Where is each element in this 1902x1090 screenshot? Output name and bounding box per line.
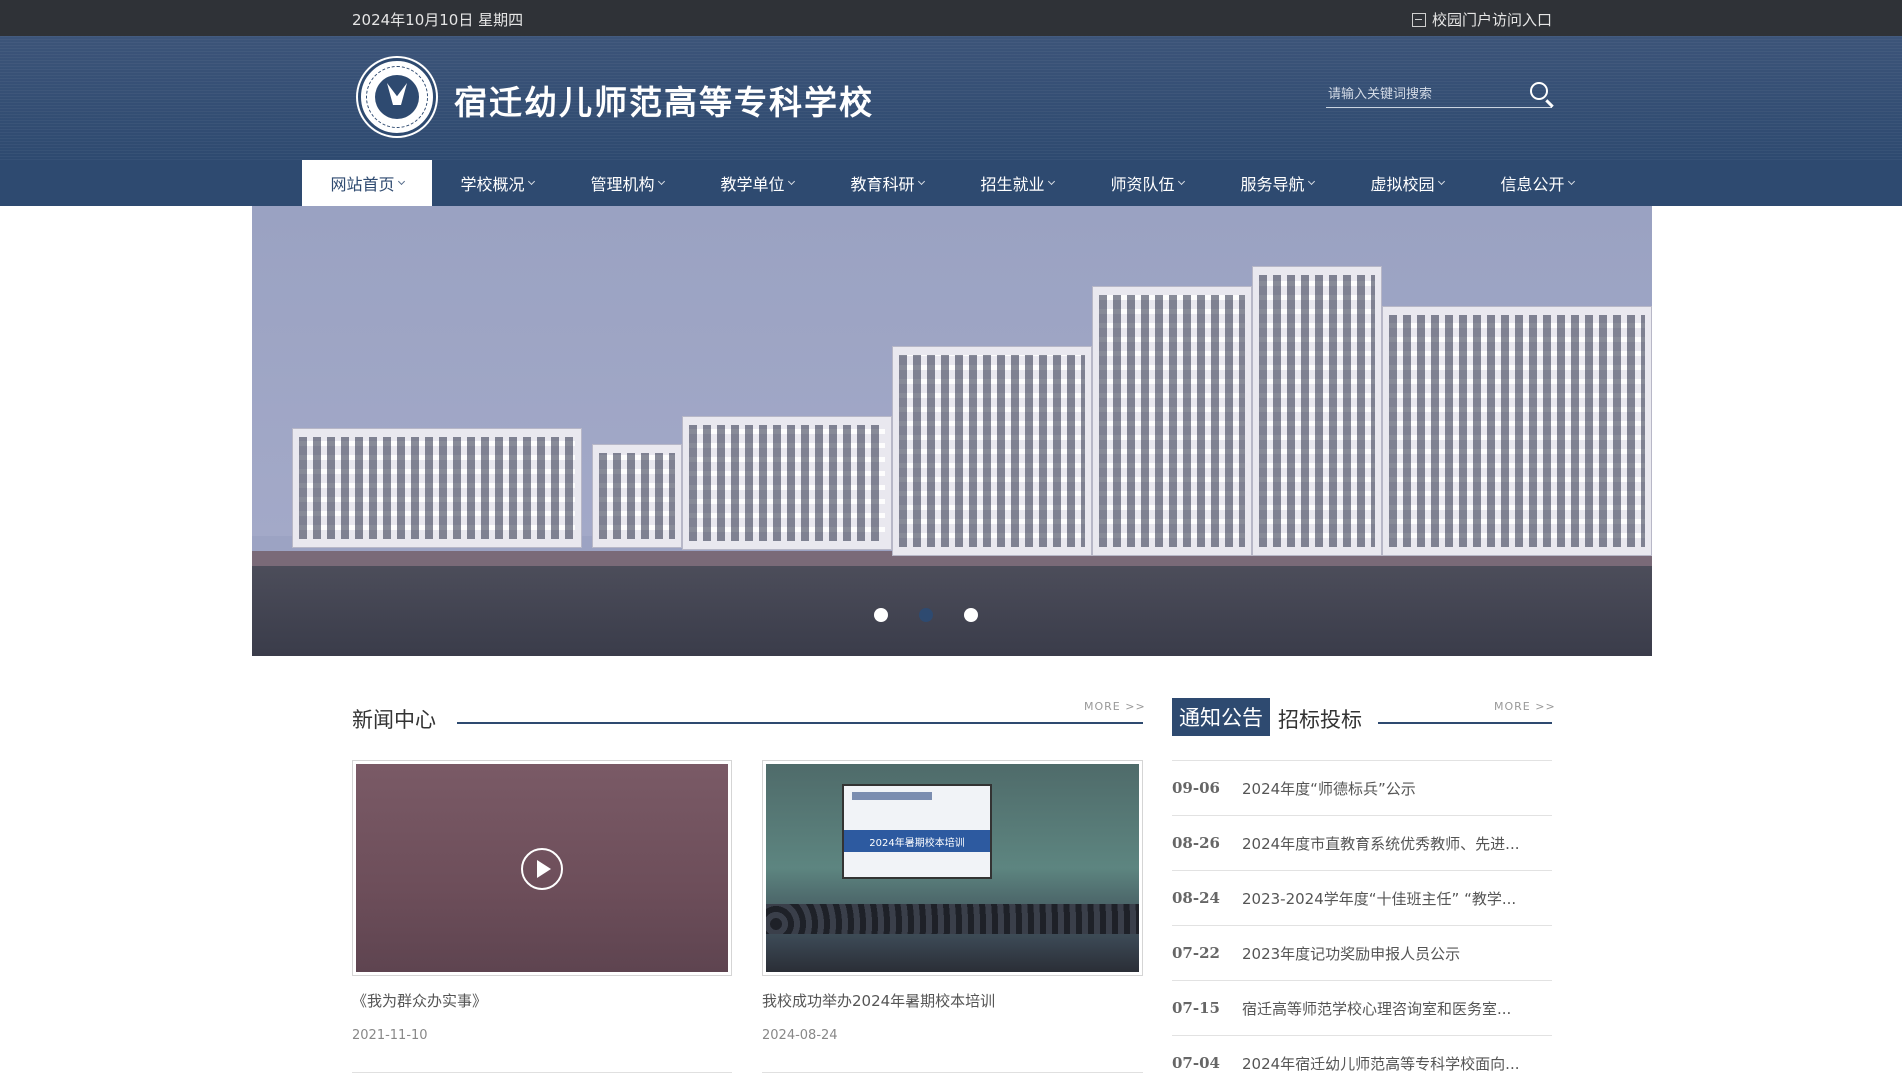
nav-item-5[interactable]: 教育科研 <box>822 160 952 206</box>
nav-item-6[interactable]: 招生就业 <box>952 160 1082 206</box>
login-icon <box>1411 12 1426 27</box>
news-photo-thumb: 2024年暑期校本培训 <box>766 764 1139 972</box>
notice-item[interactable]: 09-06 2024年度“师德标兵”公示 <box>1172 760 1552 815</box>
nav-item-label: 教学单位 <box>720 175 785 194</box>
notice-title: 2023-2024学年度“十佳班主任” “教学... <box>1242 889 1517 908</box>
news-card-2-image[interactable]: 2024年暑期校本培训 <box>762 760 1143 976</box>
notice-title: 2023年度记功奖励申报人员公示 <box>1242 944 1461 963</box>
chevron-down-icon <box>1177 177 1185 185</box>
audience <box>766 904 1139 934</box>
banner-building <box>1382 306 1652 556</box>
notice-title: 宿迁高等师范学校心理咨询室和医务室... <box>1242 999 1512 1018</box>
top-bar: 2024年10月10日 星期四 校园门户访问入口 <box>0 0 1902 36</box>
chevron-down-icon <box>1307 177 1315 185</box>
nav-item-3[interactable]: 管理机构 <box>562 160 692 206</box>
banner-slideshow[interactable] <box>252 206 1652 656</box>
notice-date: 08-24 <box>1172 889 1220 907</box>
nav-item-9[interactable]: 虚拟校园 <box>1342 160 1472 206</box>
chevron-down-icon <box>787 177 795 185</box>
chevron-down-icon <box>657 177 665 185</box>
news-card-1-title[interactable]: 《我为群众办实事》 <box>352 990 487 1011</box>
banner-dot-2[interactable] <box>919 608 933 622</box>
notice-date: 07-22 <box>1172 944 1220 962</box>
notice-title: 2024年宿迁幼儿师范高等专科学校面向... <box>1242 1054 1520 1073</box>
chevron-down-icon <box>1437 177 1445 185</box>
nav-item-label: 服务导航 <box>1240 175 1305 194</box>
chevron-down-icon <box>1567 177 1575 185</box>
nav-item-8[interactable]: 服务导航 <box>1212 160 1342 206</box>
news-section-title: 新闻中心 <box>352 708 436 732</box>
nav-item-label: 教育科研 <box>850 175 915 194</box>
projector-screen: 2024年暑期校本培训 <box>842 784 992 879</box>
portal-link-label: 校园门户访问入口 <box>1431 11 1552 29</box>
search-box <box>1326 80 1552 108</box>
tab-tenders[interactable]: 招标投标 <box>1278 704 1362 734</box>
nav-item-4[interactable]: 教学单位 <box>692 160 822 206</box>
notice-date: 07-15 <box>1172 999 1220 1017</box>
site-header: 宿迁幼儿师范高等专科学校 <box>0 36 1902 160</box>
news-card-2-date: 2024-08-24 <box>762 1028 838 1043</box>
notice-title: 2024年度“师德标兵”公示 <box>1242 779 1416 798</box>
nav-item-1[interactable]: 网站首页 <box>302 160 432 206</box>
notice-item[interactable]: 08-26 2024年度市直教育系统优秀教师、先进... <box>1172 815 1552 870</box>
notices-more-link[interactable]: MORE >> <box>1494 700 1556 713</box>
nav-item-2[interactable]: 学校概况 <box>432 160 562 206</box>
chevron-down-icon <box>1047 177 1055 185</box>
banner-building <box>1092 286 1252 556</box>
chevron-down-icon <box>397 177 405 185</box>
nav-item-label: 师资队伍 <box>1110 175 1175 194</box>
school-logo[interactable] <box>358 58 436 136</box>
notice-item[interactable]: 08-24 2023-2024学年度“十佳班主任” “教学... <box>1172 870 1552 925</box>
nav-item-label: 管理机构 <box>590 175 655 194</box>
notices-title-underline <box>1378 722 1552 724</box>
portal-link[interactable]: 校园门户访问入口 <box>1411 9 1552 30</box>
nav-item-10[interactable]: 信息公开 <box>1472 160 1602 206</box>
play-icon[interactable] <box>521 848 563 890</box>
site-name: 宿迁幼儿师范高等专科学校 <box>454 83 874 122</box>
news-more-link[interactable]: MORE >> <box>1084 700 1146 713</box>
current-date: 2024年10月10日 星期四 <box>352 11 524 29</box>
notice-date: 09-06 <box>1172 779 1220 797</box>
banner-ground <box>252 566 1652 656</box>
banner-building <box>892 346 1092 556</box>
nav-item-label: 信息公开 <box>1500 175 1565 194</box>
nav-item-label: 招生就业 <box>980 175 1045 194</box>
logo-emblem-icon <box>375 75 419 119</box>
news-card-divider <box>352 1072 732 1073</box>
news-card-1-image[interactable] <box>352 760 732 976</box>
nav-list: 网站首页 学校概况 管理机构 教学单位 教育科研 招生就业 师资队伍 服务导航 虚拟校园 信息公开 <box>302 160 1602 206</box>
nav-item-label: 学校概况 <box>460 175 525 194</box>
banner-building <box>292 428 582 548</box>
news-video-thumb <box>356 764 728 972</box>
main-nav: 网站首页 学校概况 管理机构 教学单位 教育科研 招生就业 师资队伍 服务导航 虚拟校园 信息公开 <box>0 160 1902 206</box>
notice-title: 2024年度市直教育系统优秀教师、先进... <box>1242 834 1520 853</box>
chevron-down-icon <box>527 177 535 185</box>
tab-notices[interactable]: 通知公告 <box>1172 698 1270 736</box>
screen-text: 2024年暑期校本培训 <box>869 838 965 849</box>
chevron-down-icon <box>917 177 925 185</box>
banner-dot-1[interactable] <box>874 608 888 622</box>
search-icon[interactable] <box>1530 82 1548 100</box>
notice-item[interactable]: 07-04 2024年宿迁幼儿师范高等专科学校面向... <box>1172 1035 1552 1090</box>
notice-item[interactable]: 07-22 2023年度记功奖励申报人员公示 <box>1172 925 1552 980</box>
screen-header <box>852 792 932 800</box>
banner-building <box>1252 266 1382 556</box>
screen-band: 2024年暑期校本培训 <box>844 830 990 852</box>
news-card-2-title[interactable]: 我校成功举办2024年暑期校本培训 <box>762 990 995 1011</box>
banner-building <box>592 444 682 548</box>
banner-dot-3[interactable] <box>964 608 978 622</box>
notice-date: 07-04 <box>1172 1054 1220 1072</box>
search-input[interactable] <box>1326 84 1516 104</box>
notice-item[interactable]: 07-15 宿迁高等师范学校心理咨询室和医务室... <box>1172 980 1552 1035</box>
notice-date: 08-26 <box>1172 834 1220 852</box>
news-card-divider <box>762 1072 1143 1073</box>
nav-item-7[interactable]: 师资队伍 <box>1082 160 1212 206</box>
news-title-underline <box>457 722 1143 724</box>
news-card-1-date: 2021-11-10 <box>352 1028 428 1043</box>
nav-item-label: 虚拟校园 <box>1370 175 1435 194</box>
banner-building <box>682 416 892 550</box>
nav-item-label: 网站首页 <box>330 175 395 194</box>
